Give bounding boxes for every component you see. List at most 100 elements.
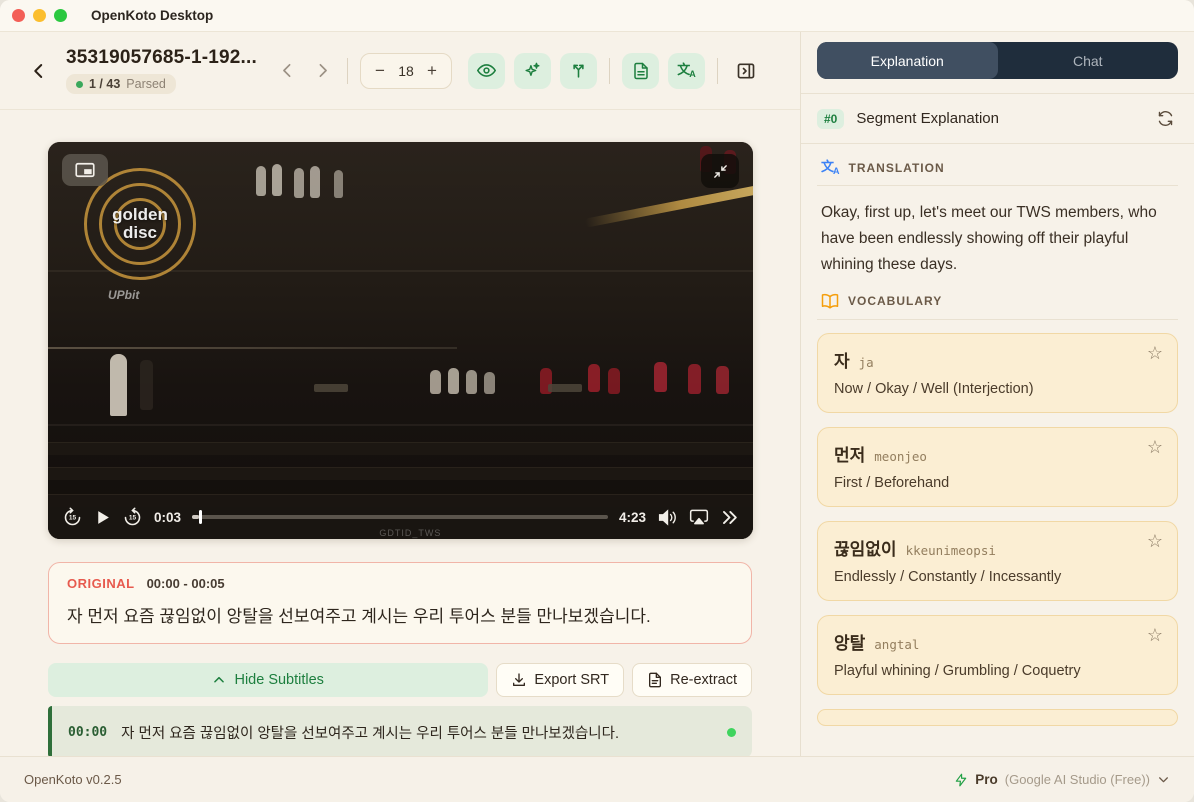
vocab-definition: Now / Okay / Well (Interjection) xyxy=(834,381,1034,397)
re-extract-button[interactable]: Re-extract xyxy=(632,663,752,697)
split-arrows-icon xyxy=(573,64,584,78)
font-size-increase-button[interactable]: + xyxy=(419,61,445,81)
video-frame: golden disc UPbit xyxy=(48,142,753,539)
video-player[interactable]: golden disc UPbit 15 15 0:03 4:23 GDTID_… xyxy=(48,142,753,539)
vocab-definition: Playful whining / Grumbling / Coquetry xyxy=(834,663,1081,679)
vocab-card[interactable]: 먼저 meonjeo ☆ First / Beforehand xyxy=(817,427,1178,507)
vocab-romanization: kkeunimeopsi xyxy=(905,543,996,558)
font-size-stepper: − 18 + xyxy=(360,52,452,89)
vocab-romanization: meonjeo xyxy=(874,449,927,464)
vocab-card[interactable]: 끊임없이 kkeunimeopsi ☆ Endlessly / Constant… xyxy=(817,521,1178,601)
subtitle-text: 자 먼저 요즘 끊임없이 앙탈을 선보여주고 계시는 우리 투어스 분들 만나보… xyxy=(121,725,620,742)
chevron-down-icon xyxy=(1159,777,1168,783)
vocab-card-partial[interactable] xyxy=(817,709,1178,726)
refresh-icon xyxy=(1158,111,1173,126)
hide-subtitles-button[interactable]: Hide Subtitles xyxy=(48,663,489,697)
vocab-card[interactable]: 앙탈 angtal ☆ Playful whining / Grumbling … xyxy=(817,615,1178,695)
vocabulary-section-header: VOCABULARY xyxy=(817,282,1178,320)
favorite-star-icon[interactable]: ☆ xyxy=(1147,531,1163,552)
seek-handle[interactable] xyxy=(198,510,202,524)
app-title: OpenKoto Desktop xyxy=(91,8,214,23)
collapse-video-button[interactable] xyxy=(701,154,739,188)
back-button[interactable] xyxy=(26,58,52,84)
forward-15-icon: 15 xyxy=(124,507,141,525)
subtitle-list-item[interactable]: 00:00 자 먼저 요즘 끊임없이 앙탈을 선보여주고 계시는 우리 투어스 … xyxy=(48,706,752,756)
vocabulary-list: 자 ja ☆ Now / Okay / Well (Interjection) … xyxy=(817,333,1178,726)
active-subtitle-dot xyxy=(727,727,736,737)
plan-label: Pro xyxy=(975,772,998,787)
model-selector[interactable]: Pro (Google AI Studio (Free)) xyxy=(954,772,1170,788)
airplay-icon xyxy=(689,509,709,525)
close-window-button[interactable] xyxy=(12,9,25,22)
zoom-window-button[interactable] xyxy=(54,9,67,22)
toggle-sidebar-button[interactable] xyxy=(730,55,762,87)
translate-icon: 文A xyxy=(821,159,840,176)
toolbar-divider xyxy=(347,57,348,84)
translation-text: Okay, first up, let's meet our TWS membe… xyxy=(821,204,1157,273)
vocab-romanization: ja xyxy=(858,355,874,370)
vocab-word: 자 xyxy=(834,352,850,371)
document-icon xyxy=(633,62,648,79)
font-size-decrease-button[interactable]: − xyxy=(367,61,393,81)
original-text: 자 먼저 요즘 끊임없이 앙탈을 선보여주고 계시는 우리 투어스 분들 만나보… xyxy=(67,607,651,626)
explanation-panel: Explanation Chat #0 Segment Explanation … xyxy=(801,32,1194,756)
vocab-definition: Endlessly / Constantly / Incessantly xyxy=(834,569,1062,585)
vocabulary-header-label: VOCABULARY xyxy=(848,294,943,308)
prev-segment-button[interactable] xyxy=(275,58,300,83)
double-chevron-icon xyxy=(723,510,737,524)
vocab-word: 끊임없이 xyxy=(834,540,897,559)
minimize-window-button[interactable] xyxy=(33,9,46,22)
rewind-15-button[interactable]: 15 xyxy=(62,507,83,528)
svg-text:15: 15 xyxy=(69,514,77,521)
sponsor-watermark: UPbit xyxy=(108,288,140,302)
transcript-button[interactable] xyxy=(622,52,659,89)
explanation-scroll[interactable]: 文A TRANSLATION Okay, first up, let's mee… xyxy=(801,144,1194,756)
book-icon xyxy=(821,293,839,309)
titlebar: OpenKoto Desktop xyxy=(0,0,1194,32)
original-time-range: 00:00 - 00:05 xyxy=(146,576,225,591)
favorite-star-icon[interactable]: ☆ xyxy=(1147,343,1163,364)
play-button[interactable] xyxy=(94,509,111,526)
translation-header-label: TRANSLATION xyxy=(848,161,945,175)
toolbar-divider xyxy=(609,57,610,84)
volume-button[interactable] xyxy=(657,507,678,528)
segment-index-badge: #0 xyxy=(817,108,845,129)
favorite-star-icon[interactable]: ☆ xyxy=(1147,625,1163,646)
airplay-button[interactable] xyxy=(689,507,709,527)
vocab-word: 먼저 xyxy=(834,446,866,465)
vocab-word: 앙탈 xyxy=(834,634,866,653)
tab-explanation[interactable]: Explanation xyxy=(817,42,998,79)
re-extract-label: Re-extract xyxy=(670,672,737,688)
main-area: 35319057685-1-192... 1 / 43 Parsed − 18 … xyxy=(0,32,801,756)
vocab-romanization: angtal xyxy=(874,637,920,652)
panel-tabs: Explanation Chat xyxy=(817,42,1178,79)
provider-label: (Google AI Studio (Free)) xyxy=(1004,772,1150,787)
translation-section-header: 文A TRANSLATION xyxy=(817,144,1178,186)
app-version: OpenKoto v0.2.5 xyxy=(24,772,122,787)
seek-bar[interactable] xyxy=(192,510,608,524)
next-segment-button[interactable] xyxy=(310,58,335,83)
ai-explain-button[interactable] xyxy=(514,52,551,89)
play-icon xyxy=(98,510,109,524)
split-segments-button[interactable] xyxy=(560,52,597,89)
video-title: 35319057685-1-192... xyxy=(66,47,257,68)
export-srt-button[interactable]: Export SRT xyxy=(496,663,625,697)
original-label: ORIGINAL xyxy=(67,576,135,591)
main-body: golden disc UPbit 15 15 0:03 4:23 GDTID_… xyxy=(0,110,800,756)
segment-header: #0 Segment Explanation xyxy=(801,94,1194,143)
translate-button[interactable]: 文A xyxy=(668,52,705,89)
forward-15-button[interactable]: 15 xyxy=(122,507,143,528)
status-bar: OpenKoto v0.2.5 Pro (Google AI Studio (F… xyxy=(0,756,1194,802)
panel-toggle-icon xyxy=(737,63,755,78)
refresh-explanation-button[interactable] xyxy=(1153,106,1178,131)
tab-chat[interactable]: Chat xyxy=(998,42,1179,79)
actions-row: Hide Subtitles Export SRT Re-extract xyxy=(48,663,752,697)
favorite-star-icon[interactable]: ☆ xyxy=(1147,437,1163,458)
picture-in-picture-button[interactable] xyxy=(62,154,108,186)
playback-speed-button[interactable] xyxy=(720,508,739,527)
toggle-visibility-button[interactable] xyxy=(468,52,505,89)
video-title-block: 35319057685-1-192... 1 / 43 Parsed xyxy=(66,47,257,94)
vocab-card[interactable]: 자 ja ☆ Now / Okay / Well (Interjection) xyxy=(817,333,1178,413)
vocab-definition: First / Beforehand xyxy=(834,475,950,491)
status-dot-icon xyxy=(76,80,83,88)
